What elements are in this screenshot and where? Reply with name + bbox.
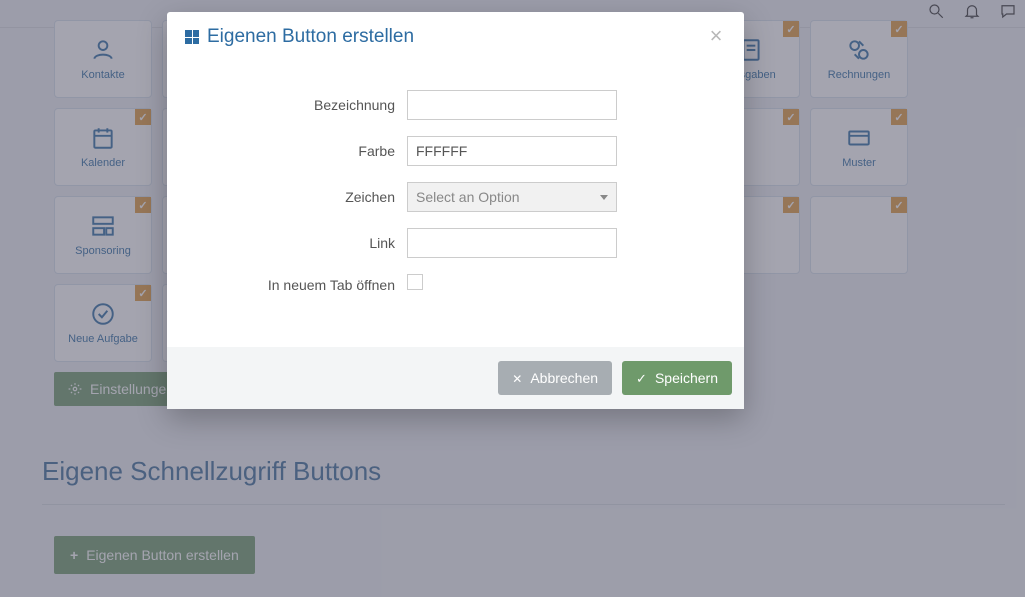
checkbox-newtab[interactable] xyxy=(407,274,423,290)
grid-icon xyxy=(185,30,199,44)
input-bezeichnung[interactable] xyxy=(407,90,617,120)
label-farbe: Farbe xyxy=(195,143,395,159)
save-button[interactable]: Speichern xyxy=(622,361,732,395)
label-bezeichnung: Bezeichnung xyxy=(195,97,395,113)
modal-title-text: Eigenen Button erstellen xyxy=(207,26,414,48)
input-link[interactable] xyxy=(407,228,617,258)
cancel-label: Abbrechen xyxy=(530,370,598,386)
select-zeichen-placeholder: Select an Option xyxy=(416,189,520,205)
input-farbe[interactable] xyxy=(407,136,617,166)
x-icon xyxy=(512,370,522,386)
modal-footer: Abbrechen Speichern xyxy=(167,347,744,409)
modal-body: Bezeichnung Farbe Zeichen Select an Opti… xyxy=(167,62,744,347)
label-newtab: In neuem Tab öffnen xyxy=(195,277,395,293)
close-icon[interactable]: × xyxy=(706,27,726,47)
modal-header: Eigenen Button erstellen × xyxy=(167,12,744,62)
cancel-button[interactable]: Abbrechen xyxy=(498,361,612,395)
chevron-down-icon xyxy=(600,195,608,200)
save-label: Speichern xyxy=(655,370,718,386)
label-link: Link xyxy=(195,235,395,251)
label-zeichen: Zeichen xyxy=(195,189,395,205)
select-zeichen[interactable]: Select an Option xyxy=(407,182,617,212)
check-icon xyxy=(636,370,647,387)
modal: Eigenen Button erstellen × Bezeichnung F… xyxy=(167,12,744,409)
modal-title: Eigenen Button erstellen xyxy=(185,26,414,48)
